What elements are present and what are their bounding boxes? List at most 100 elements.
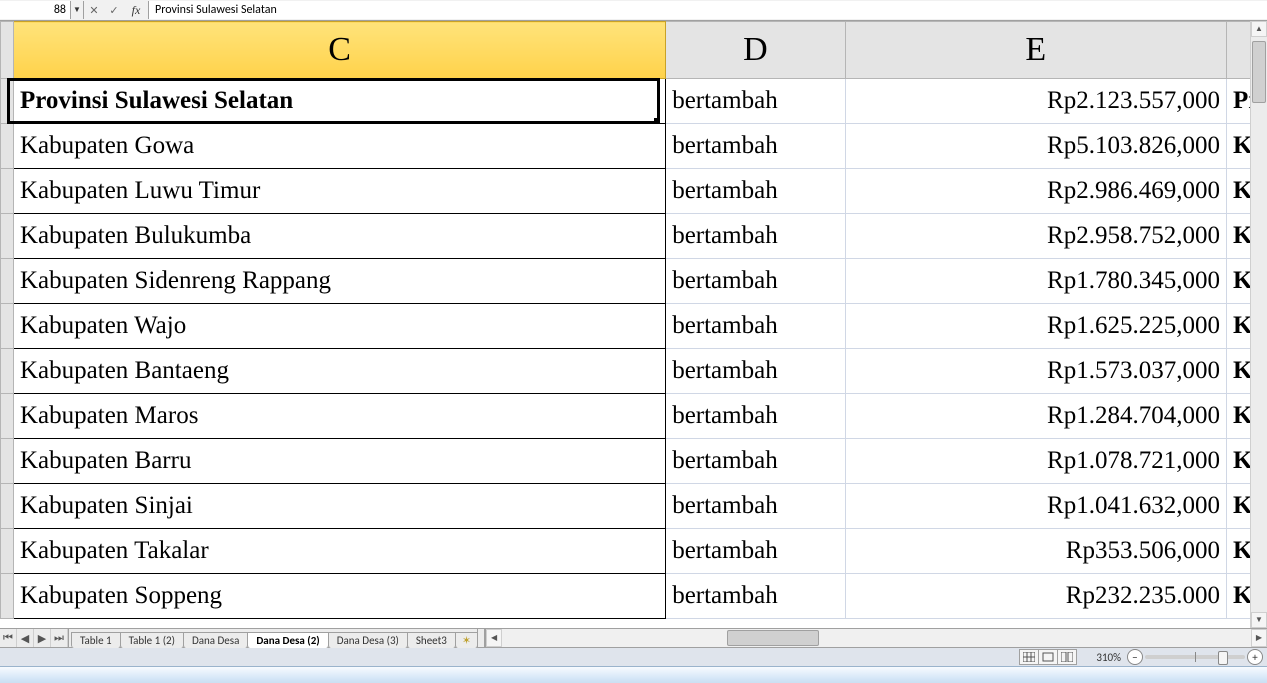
cell-e[interactable]: Rp1.284.704,000 <box>845 394 1226 439</box>
column-header-D[interactable]: D <box>666 22 845 79</box>
cell-c[interactable]: Kabupaten Luwu Timur <box>14 169 666 214</box>
zoom-track[interactable] <box>1145 655 1245 659</box>
cell-d[interactable]: bertambah <box>666 529 845 574</box>
row-gutter[interactable] <box>1 394 14 439</box>
cell-c[interactable]: Kabupaten Barru <box>14 439 666 484</box>
row-gutter[interactable] <box>1 169 14 214</box>
cell-d[interactable]: bertambah <box>666 169 845 214</box>
tab-nav-prev[interactable]: ◀ <box>17 629 34 647</box>
accept-formula-button[interactable]: ✓ <box>104 4 124 17</box>
tab-nav-last[interactable]: ⏭ <box>51 629 68 647</box>
cancel-formula-button[interactable]: ✕ <box>84 4 104 17</box>
cell-e[interactable]: Rp2.958.752,000 <box>845 214 1226 259</box>
name-box-dropdown[interactable]: ▼ <box>71 1 84 19</box>
column-header-C[interactable]: C <box>14 22 666 79</box>
table-row: Kabupaten BantaengbertambahRp1.573.037,0… <box>1 349 1267 394</box>
vertical-scroll-thumb[interactable] <box>1252 41 1266 103</box>
zoom-in-button[interactable]: + <box>1247 649 1263 665</box>
sheet-tab[interactable]: Table 1 <box>71 632 121 648</box>
cell-d[interactable]: bertambah <box>666 214 845 259</box>
zoom-out-button[interactable]: − <box>1127 649 1143 665</box>
cell-e[interactable]: Rp2.123.557,000 <box>845 79 1226 124</box>
view-normal-button[interactable] <box>1020 650 1039 664</box>
cell-c[interactable]: Kabupaten Maros <box>14 394 666 439</box>
cell-e[interactable]: Rp5.103.826,000 <box>845 124 1226 169</box>
cell-e[interactable]: Rp1.078.721,000 <box>845 439 1226 484</box>
column-header-row: C D E <box>1 22 1267 79</box>
view-page-layout-button[interactable] <box>1039 650 1058 664</box>
cell-c[interactable]: Kabupaten Sidenreng Rappang <box>14 259 666 304</box>
cell-d[interactable]: bertambah <box>666 259 845 304</box>
scroll-right-button[interactable]: ▶ <box>1251 629 1267 647</box>
tab-nav-next[interactable]: ▶ <box>34 629 51 647</box>
cell-e[interactable]: Rp232.235.000 <box>845 574 1226 619</box>
cell-d[interactable]: bertambah <box>666 349 845 394</box>
cell-c[interactable]: Kabupaten Sinjai <box>14 484 666 529</box>
cell-c[interactable]: Kabupaten Wajo <box>14 304 666 349</box>
cell-d[interactable]: bertambah <box>666 574 845 619</box>
row-gutter[interactable] <box>1 259 14 304</box>
cell-c[interactable]: Kabupaten Gowa <box>14 124 666 169</box>
table-row: Kabupaten TakalarbertambahRp353.506,000K <box>1 529 1267 574</box>
horizontal-scroll-thumb[interactable] <box>727 630 819 646</box>
row-gutter[interactable] <box>1 124 14 169</box>
cell-d[interactable]: bertambah <box>666 394 845 439</box>
cell-e[interactable]: Rp1.573.037,000 <box>845 349 1226 394</box>
sheet-tab[interactable]: Table 1 (2) <box>120 632 184 648</box>
grid-view-icon <box>1023 652 1035 662</box>
sheet-tab[interactable]: Dana Desa <box>183 632 248 648</box>
row-gutter[interactable] <box>1 574 14 619</box>
view-page-break-button[interactable] <box>1058 650 1076 664</box>
cell-e[interactable]: Rp353.506,000 <box>845 529 1226 574</box>
row-gutter[interactable] <box>1 79 14 124</box>
cell-e[interactable]: Rp1.625.225,000 <box>845 304 1226 349</box>
formula-input[interactable]: Provinsi Sulawesi Selatan <box>149 1 1267 19</box>
cell-c[interactable]: Kabupaten Takalar <box>14 529 666 574</box>
horizontal-scroll-track[interactable] <box>502 629 1251 647</box>
view-mode-buttons <box>1019 649 1077 665</box>
new-sheet-button[interactable]: ✶ <box>455 632 478 648</box>
sheet-tab[interactable]: Dana Desa (3) <box>328 632 408 648</box>
column-header-E[interactable]: E <box>845 22 1226 79</box>
cell-d[interactable]: bertambah <box>666 124 845 169</box>
table-row: Kabupaten WajobertambahRp1.625.225,000K <box>1 304 1267 349</box>
tab-split-handle[interactable] <box>477 629 485 647</box>
formula-buttons: ✕ ✓ fx <box>84 1 149 19</box>
cell-d[interactable]: bertambah <box>666 439 845 484</box>
zoom-level-label[interactable]: 310% <box>1083 651 1121 664</box>
fx-icon[interactable]: fx <box>124 3 148 18</box>
spreadsheet-grid[interactable]: C D E Provinsi Sulawesi Selatanbertambah… <box>0 21 1267 628</box>
horizontal-scrollbar[interactable]: ◀ ▶ <box>485 629 1267 647</box>
row-gutter[interactable] <box>1 304 14 349</box>
zoom-thumb[interactable] <box>1218 651 1228 665</box>
vertical-scrollbar[interactable]: ▲ ▼ <box>1250 21 1267 628</box>
zoom-slider: − + <box>1127 649 1263 665</box>
cell-c[interactable]: Provinsi Sulawesi Selatan <box>14 79 666 124</box>
cell-d[interactable]: bertambah <box>666 304 845 349</box>
scroll-down-button[interactable]: ▼ <box>1251 612 1267 628</box>
scroll-left-button[interactable]: ◀ <box>486 629 502 647</box>
row-gutter[interactable] <box>1 484 14 529</box>
name-box[interactable]: 88 <box>0 1 71 19</box>
cell-d[interactable]: bertambah <box>666 484 845 529</box>
sheet-tab[interactable]: Dana Desa (2) <box>247 632 328 648</box>
row-gutter[interactable] <box>1 214 14 259</box>
row-gutter[interactable] <box>1 439 14 484</box>
cell-c[interactable]: Kabupaten Soppeng <box>14 574 666 619</box>
cell-d[interactable]: bertambah <box>666 79 845 124</box>
row-gutter[interactable] <box>1 349 14 394</box>
tab-nav-first[interactable]: ⏮ <box>0 629 17 647</box>
table-row: Kabupaten MarosbertambahRp1.284.704,000K <box>1 394 1267 439</box>
formula-bar: 88 ▼ ✕ ✓ fx Provinsi Sulawesi Selatan <box>0 0 1267 21</box>
cell-e[interactable]: Rp2.986.469,000 <box>845 169 1226 214</box>
cell-e[interactable]: Rp1.041.632,000 <box>845 484 1226 529</box>
sheet-tab[interactable]: Sheet3 <box>407 632 456 648</box>
table-row: Kabupaten Sidenreng RappangbertambahRp1.… <box>1 259 1267 304</box>
scroll-up-button[interactable]: ▲ <box>1251 21 1267 37</box>
page-break-icon <box>1061 652 1073 662</box>
table-row: Kabupaten BulukumbabertambahRp2.958.752,… <box>1 214 1267 259</box>
cell-e[interactable]: Rp1.780.345,000 <box>845 259 1226 304</box>
cell-c[interactable]: Kabupaten Bantaeng <box>14 349 666 394</box>
cell-c[interactable]: Kabupaten Bulukumba <box>14 214 666 259</box>
row-gutter[interactable] <box>1 529 14 574</box>
